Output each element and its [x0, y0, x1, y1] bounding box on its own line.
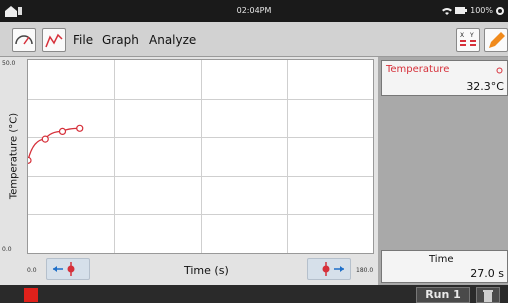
status-bar: 02:04PM 100% — [0, 0, 508, 22]
data-point — [76, 124, 84, 132]
x-axis-label: Time (s) — [184, 264, 229, 277]
status-indicators: 100% — [442, 6, 504, 15]
graph-panel: 50.0 0.0 Temperature (°C) 0.0 Time (s) 1 — [0, 57, 378, 285]
clock: 02:04PM — [236, 6, 272, 15]
battery-icon — [455, 7, 468, 14]
menu-file[interactable]: File — [73, 33, 93, 47]
delete-run-button[interactable] — [476, 287, 500, 303]
app-window: 02:04PM 100% File Graph Analyze X Y 50.0… — [0, 0, 508, 303]
temperature-meter-value: 32.3°C — [466, 80, 504, 93]
toolbar: File Graph Analyze X Y — [0, 22, 508, 57]
scroll-left-icon — [53, 262, 75, 276]
temperature-meter[interactable]: Temperature 32.3°C — [381, 60, 508, 96]
graph-curve-icon — [45, 33, 63, 48]
table-view-button[interactable]: X Y — [456, 28, 480, 52]
x-axis-max: 180.0 — [356, 267, 374, 274]
battery-percent: 100% — [470, 6, 493, 15]
scroll-right-button[interactable] — [307, 258, 351, 280]
time-meter[interactable]: Time 27.0 s — [381, 250, 508, 283]
y-axis-min: 0.0 — [2, 246, 12, 253]
graph-view-button[interactable] — [42, 28, 66, 52]
data-point — [24, 156, 32, 164]
meter-view-button[interactable] — [12, 28, 36, 52]
x-axis-min: 0.0 — [27, 267, 37, 274]
trash-icon — [483, 290, 493, 302]
series-marker-icon — [496, 67, 503, 74]
bottom-bar: Run 1 — [0, 285, 508, 303]
annotate-button[interactable] — [484, 28, 508, 52]
data-point — [58, 127, 67, 136]
pencil-icon — [489, 32, 505, 48]
settings-icon[interactable] — [496, 6, 504, 15]
series-line — [27, 127, 80, 161]
menu-graph[interactable]: Graph — [102, 33, 139, 47]
svg-text:X: X — [460, 32, 464, 39]
chart-svg — [24, 60, 373, 253]
meters-panel: Temperature 32.3°C Time 27.0 s — [378, 57, 508, 285]
menu-analyze[interactable]: Analyze — [149, 33, 196, 47]
time-meter-label: Time — [429, 254, 454, 265]
xy-table-icon: X Y — [460, 32, 476, 46]
wifi-icon — [442, 7, 453, 15]
svg-text:Y: Y — [469, 32, 474, 39]
time-meter-value: 27.0 s — [470, 267, 504, 280]
gauge-icon — [15, 35, 33, 45]
scroll-left-button[interactable] — [46, 258, 90, 280]
run-select-button[interactable]: Run 1 — [416, 287, 470, 303]
stop-button[interactable] — [24, 288, 38, 302]
y-axis-label: Temperature (°C) — [8, 112, 20, 200]
data-point — [41, 135, 49, 143]
y-axis-max: 50.0 — [2, 60, 16, 67]
scroll-right-icon — [322, 262, 344, 276]
temperature-meter-label: Temperature — [386, 64, 450, 75]
plot-area[interactable] — [24, 59, 374, 254]
